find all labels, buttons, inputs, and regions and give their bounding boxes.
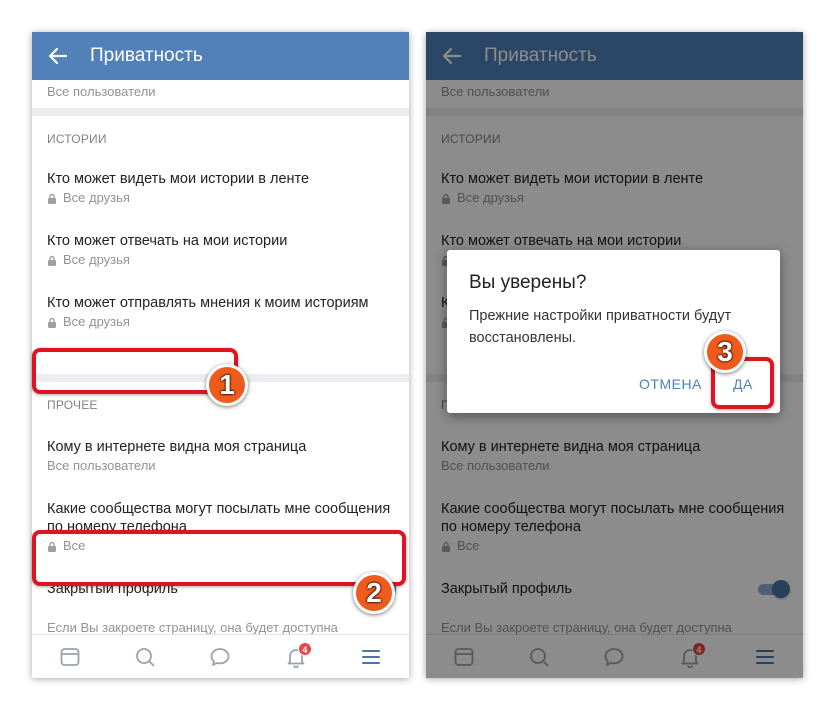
menu-icon <box>362 649 381 664</box>
app-bar: Приватность <box>32 32 409 80</box>
list-item-page-visibility[interactable]: Кому в интернете видна моя страница Все … <box>47 438 397 474</box>
settings-block-top: Все пользователи <box>32 80 409 108</box>
step-marker-1: 1 <box>206 364 248 406</box>
nav-newsfeed[interactable] <box>56 643 84 671</box>
notifications-badge: 4 <box>297 641 312 656</box>
cancel-button[interactable]: ОТМЕНА <box>639 376 702 392</box>
item-value: Все друзья <box>63 252 130 267</box>
step-marker-3: 3 <box>704 331 746 373</box>
lock-icon <box>48 317 56 328</box>
messages-icon <box>211 647 230 666</box>
item-value: Все пользователи <box>47 458 156 473</box>
nav-notifications[interactable]: 4 <box>282 641 312 671</box>
highlight-closed-profile <box>32 530 406 586</box>
item-title: Кто может видеть мои истории в ленте <box>47 171 310 187</box>
dialog-title: Вы уверены? <box>469 272 587 293</box>
closed-profile-hint: Если Вы закроете страницу, она будет дос… <box>47 620 338 634</box>
list-item-stories-opinions[interactable]: Кто может отправлять мнения к моим истор… <box>47 294 397 330</box>
item-title: Кто может отправлять мнения к моим истор… <box>47 295 369 311</box>
nav-menu[interactable] <box>357 643 385 671</box>
list-item-stories-view[interactable]: Кто может видеть мои истории в ленте Все… <box>47 170 397 206</box>
step-marker-2: 2 <box>353 572 395 614</box>
search-icon <box>136 647 155 666</box>
section-header-stories: ИСТОРИИ <box>47 132 107 146</box>
lock-icon <box>48 255 56 266</box>
nav-messages[interactable] <box>206 643 234 671</box>
list-item-stories-reply[interactable]: Кто может отвечать на мои истории Все др… <box>47 232 397 268</box>
nav-search[interactable] <box>131 643 159 671</box>
item-value: Все пользователи <box>47 84 156 99</box>
item-title: Кто может отвечать на мои истории <box>47 233 288 249</box>
item-value: Все друзья <box>63 314 130 329</box>
lock-icon <box>48 193 56 204</box>
item-value: Все друзья <box>63 190 130 205</box>
newsfeed-icon <box>60 647 80 666</box>
section-header-other: ПРОЧЕЕ <box>47 398 98 412</box>
stories-section: ИСТОРИИ Кто может видеть мои истории в л… <box>32 116 409 374</box>
item-title: Кому в интернете видна моя страница <box>47 439 307 455</box>
list-item-prev[interactable]: Все пользователи <box>47 82 397 100</box>
arrow-left-icon[interactable] <box>48 46 68 66</box>
bottom-navigation: 4 <box>32 634 409 678</box>
page-title: Приватность <box>90 45 203 66</box>
